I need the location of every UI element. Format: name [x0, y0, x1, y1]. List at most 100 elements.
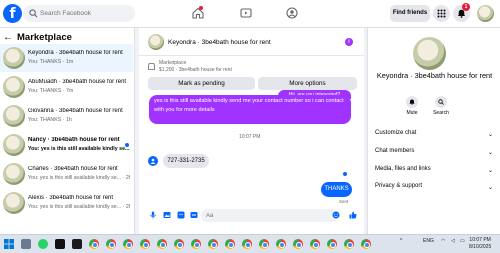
image-icon[interactable] [163, 211, 171, 219]
conversation-preview: You: yes is this still available kindly … [28, 204, 130, 210]
info-icon[interactable]: i [345, 38, 353, 46]
listing-price[interactable]: $1,200 · 3be4bath house for rent [159, 67, 232, 73]
gif-icon[interactable] [190, 211, 198, 219]
conversation-name: Alexis · 3be4bath house for rent [28, 195, 114, 201]
conversation-avatar [3, 105, 25, 127]
conversation-preview: You: yes is this still available kindly … [28, 175, 130, 181]
conversation-avatar [3, 47, 25, 69]
system-clock[interactable]: 10:07 PM 8/10/2025 [469, 237, 491, 251]
message-bubble-outgoing[interactable]: yes is this still available kindly send … [149, 95, 351, 124]
chrome-taskbar-icon[interactable] [310, 239, 320, 249]
find-friends-button[interactable]: Find friends [390, 5, 430, 22]
marketplace-label: Marketplace [159, 60, 187, 66]
language-indicator[interactable]: ENG [423, 238, 434, 244]
chat-title[interactable]: Keyondra · 3be4bath house for rent [168, 39, 271, 46]
chrome-taskbar-icon[interactable] [208, 239, 218, 249]
tray-chevron-icon[interactable]: ^ [400, 238, 402, 244]
contact-name: Keyondra · 3be4bath house for rent [376, 71, 493, 80]
chrome-taskbar-icon[interactable] [276, 239, 286, 249]
tiktok-icon[interactable] [55, 239, 65, 249]
sticker-icon[interactable] [177, 211, 185, 219]
conversation-item[interactable]: Nancy · 3be4bath house for rent You: yes … [0, 131, 133, 159]
windows-taskbar: ^ ENG ◠ ◁ ▭ 10:07 PM 8/10/2025 [0, 234, 500, 253]
row-label: Chat members [375, 148, 415, 154]
conversation-avatar [3, 192, 25, 214]
message-composer [139, 207, 364, 224]
sidebar-title: Marketplace [17, 31, 72, 43]
volume-icon[interactable]: ◁ [451, 238, 455, 244]
chat-members-row[interactable]: Chat members ⌄ [375, 148, 495, 160]
top-navigation-bar: f Find friends 1 [0, 0, 500, 28]
chat-details-panel: Keyondra · 3be4bath house for rent Mute … [367, 28, 500, 234]
conversation-avatar [3, 76, 25, 98]
chrome-taskbar-icon[interactable] [89, 239, 99, 249]
conversation-item[interactable]: Alexis · 3be4bath house for rent You: yes… [0, 189, 133, 217]
contact-avatar-large[interactable] [413, 37, 446, 70]
message-input[interactable] [201, 209, 338, 222]
conversation-avatar [3, 163, 25, 185]
chat-panel: Keyondra · 3be4bath house for rent i [139, 28, 364, 234]
emoji-icon[interactable] [332, 211, 340, 219]
windows-start-icon[interactable] [4, 239, 14, 249]
conversation-item[interactable]: Giovanna · 3be4bath house for rent You: T… [0, 102, 133, 130]
chrome-taskbar-icon[interactable] [191, 239, 201, 249]
chrome-taskbar-icon[interactable] [225, 239, 235, 249]
customize-chat-row[interactable]: Customize chat ⌄ [375, 130, 495, 142]
sent-status: Sent [339, 199, 349, 204]
marketplace-sidebar: ← Marketplace Keyondra · 3be4bath house … [0, 28, 135, 234]
battery-icon[interactable]: ▭ [460, 238, 465, 244]
seen-indicator [343, 172, 347, 176]
chrome-taskbar-icon[interactable] [361, 239, 371, 249]
sender-avatar [148, 156, 158, 166]
marketplace-icon [148, 63, 155, 70]
chrome-taskbar-icon[interactable] [174, 239, 184, 249]
message-bubble-incoming[interactable]: 727-331-2735 [163, 154, 209, 168]
row-label: Customize chat [375, 130, 417, 136]
microphone-icon[interactable] [149, 211, 157, 219]
search-box[interactable] [23, 5, 135, 22]
chrome-taskbar-icon[interactable] [327, 239, 337, 249]
profile-avatar[interactable] [477, 5, 494, 22]
whatsapp-icon[interactable] [38, 239, 48, 249]
conversation-item[interactable]: Charles · 3be4bath house for rent You: ye… [0, 160, 133, 188]
groups-nav-icon[interactable] [286, 7, 298, 19]
wifi-icon[interactable]: ◠ [441, 238, 445, 244]
chrome-taskbar-icon[interactable] [242, 239, 252, 249]
conversation-preview: You: THANKS · 1m [28, 59, 74, 65]
conversation-item[interactable]: Keyondra · 3be4bath house for rent You: T… [0, 44, 133, 72]
chrome-taskbar-icon[interactable] [106, 239, 116, 249]
conversation-preview: You: THANKS · 7m [28, 88, 74, 94]
app-icon[interactable] [72, 239, 82, 249]
conversation-name: AbuMuadh · 3be4bath house for rent [28, 79, 127, 85]
more-options-button[interactable]: More options [258, 77, 357, 90]
chrome-taskbar-icon[interactable] [157, 239, 167, 249]
conversation-item[interactable]: AbuMuadh · 3be4bath house for rent You: T… [0, 73, 133, 101]
chrome-taskbar-icon[interactable] [293, 239, 303, 249]
privacy-support-row[interactable]: Privacy & support ⌄ [375, 183, 495, 195]
mute-button[interactable]: Mute [400, 96, 424, 120]
clock-time: 10:07 PM [469, 237, 491, 243]
chrome-taskbar-icon[interactable] [140, 239, 150, 249]
conversation-name: Nancy · 3be4bath house for rent [28, 137, 120, 143]
row-label: Media, files and links [375, 166, 431, 172]
task-view-icon[interactable] [21, 239, 31, 249]
search-in-conversation-button[interactable]: Search [429, 96, 453, 120]
chat-header: Keyondra · 3be4bath house for rent i [139, 28, 364, 56]
chrome-taskbar-icon[interactable] [259, 239, 269, 249]
person-icon [150, 158, 156, 164]
home-notification-dot [199, 6, 203, 10]
like-thumbs-up-icon[interactable] [349, 211, 357, 219]
chrome-taskbar-icon[interactable] [123, 239, 133, 249]
chat-avatar[interactable] [148, 34, 164, 50]
facebook-logo[interactable]: f [3, 4, 22, 23]
conversation-name: Giovanna · 3be4bath house for rent [28, 108, 123, 114]
mark-as-pending-button[interactable]: Mark as pending [148, 77, 255, 90]
chevron-down-icon: ⌄ [487, 132, 493, 138]
media-files-links-row[interactable]: Media, files and links ⌄ [375, 166, 495, 178]
video-nav-icon[interactable] [240, 7, 252, 19]
back-arrow-icon[interactable]: ← [3, 32, 13, 43]
message-bubble-thanks[interactable]: THANKS [321, 182, 352, 197]
chrome-taskbar-icon[interactable] [344, 239, 354, 249]
menu-grid-button[interactable] [433, 5, 450, 22]
search-input[interactable] [40, 7, 130, 20]
